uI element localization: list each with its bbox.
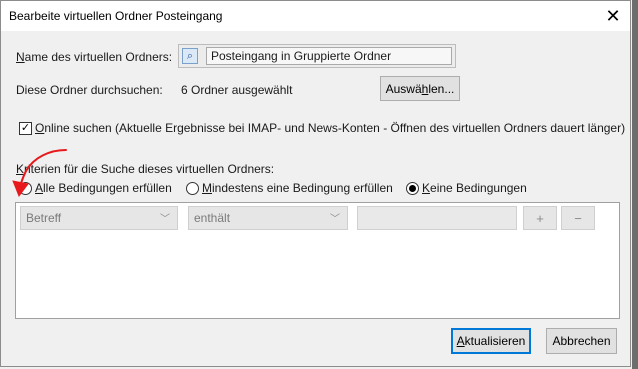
search-folders-label: Diese Ordner durchsuchen:	[16, 83, 163, 97]
folder-name-field: ⌕	[178, 44, 456, 68]
match-all-radio[interactable]	[19, 182, 32, 195]
online-search-checkbox[interactable]: ✓	[19, 122, 32, 135]
choose-button-pre: Auswä	[385, 81, 422, 96]
online-search-label: Online suchen (Aktuelle Ergebnisse bei I…	[35, 121, 625, 135]
background-window-edge	[632, 0, 638, 369]
search-folder-icon: ⌕	[182, 48, 198, 64]
folder-name-accesskey: N	[16, 50, 25, 64]
remove-rule-button[interactable]: −	[561, 206, 595, 230]
match-none-accesskey: K	[422, 181, 431, 195]
match-any-text: indestens eine Bedingung erfüllen	[212, 181, 393, 195]
match-none-label[interactable]: Keine Bedingungen	[422, 181, 527, 195]
match-any-label[interactable]: Mindestens eine Bedingung erfüllen	[202, 181, 393, 195]
rule-field-dropdown[interactable]: Betreff ﹀	[20, 206, 178, 230]
folder-name-input[interactable]	[206, 47, 452, 65]
criteria-heading: Kriterien für die Suche dieses virtuelle…	[16, 162, 274, 176]
close-icon[interactable]: ✕	[596, 1, 630, 31]
match-none-radio[interactable]	[406, 182, 419, 195]
choose-button-post: len...	[428, 81, 455, 96]
add-rule-button[interactable]: +	[523, 206, 557, 230]
update-button-text: ktualisieren	[464, 334, 526, 348]
choose-button-accesskey: h	[421, 81, 429, 96]
selected-folders-count: 6 Ordner ausgewählt	[181, 83, 293, 97]
choose-folders-button[interactable]: Auswä h len...	[380, 76, 460, 101]
rule-field-value: Betreff	[26, 211, 62, 225]
update-button[interactable]: Aktualisieren	[451, 328, 531, 354]
folder-name-label: Name des virtuellen Ordners:	[16, 50, 172, 64]
chevron-down-icon: ﹀	[160, 214, 170, 225]
match-all-accesskey: A	[35, 181, 44, 195]
criteria-heading-text: riterien für die Suche dieses virtuellen…	[24, 162, 275, 176]
cancel-button[interactable]: Abbrechen	[546, 328, 617, 354]
rule-operator-value: enthält	[194, 211, 231, 225]
online-search-accesskey: O	[35, 121, 45, 135]
match-all-label[interactable]: Alle Bedingungen erfüllen	[35, 181, 172, 195]
edit-virtual-folder-dialog: Bearbeite virtuellen Ordner Posteingang …	[0, 0, 631, 367]
online-search-label-text: nline suchen (Aktuelle Ergebnisse bei IM…	[44, 121, 626, 135]
rule-operator-dropdown[interactable]: enthält ﹀	[188, 206, 348, 230]
title-bar: Bearbeite virtuellen Ordner Posteingang …	[1, 1, 630, 31]
match-all-text: lle Bedingungen erfüllen	[43, 181, 172, 195]
rule-value-input[interactable]	[357, 206, 517, 230]
update-accesskey: A	[456, 334, 465, 348]
search-rules-list: Betreff ﹀ enthält ﹀ + −	[15, 202, 620, 319]
match-none-text: eine Bedingungen	[430, 181, 527, 195]
folder-name-label-text: ame des virtuellen Ordners:	[24, 50, 173, 64]
criteria-accesskey: K	[16, 162, 25, 176]
dialog-title: Bearbeite virtuellen Ordner Posteingang	[9, 9, 223, 23]
chevron-down-icon: ﹀	[330, 214, 340, 225]
match-any-radio[interactable]	[186, 182, 199, 195]
match-any-accesskey: M	[202, 181, 212, 195]
